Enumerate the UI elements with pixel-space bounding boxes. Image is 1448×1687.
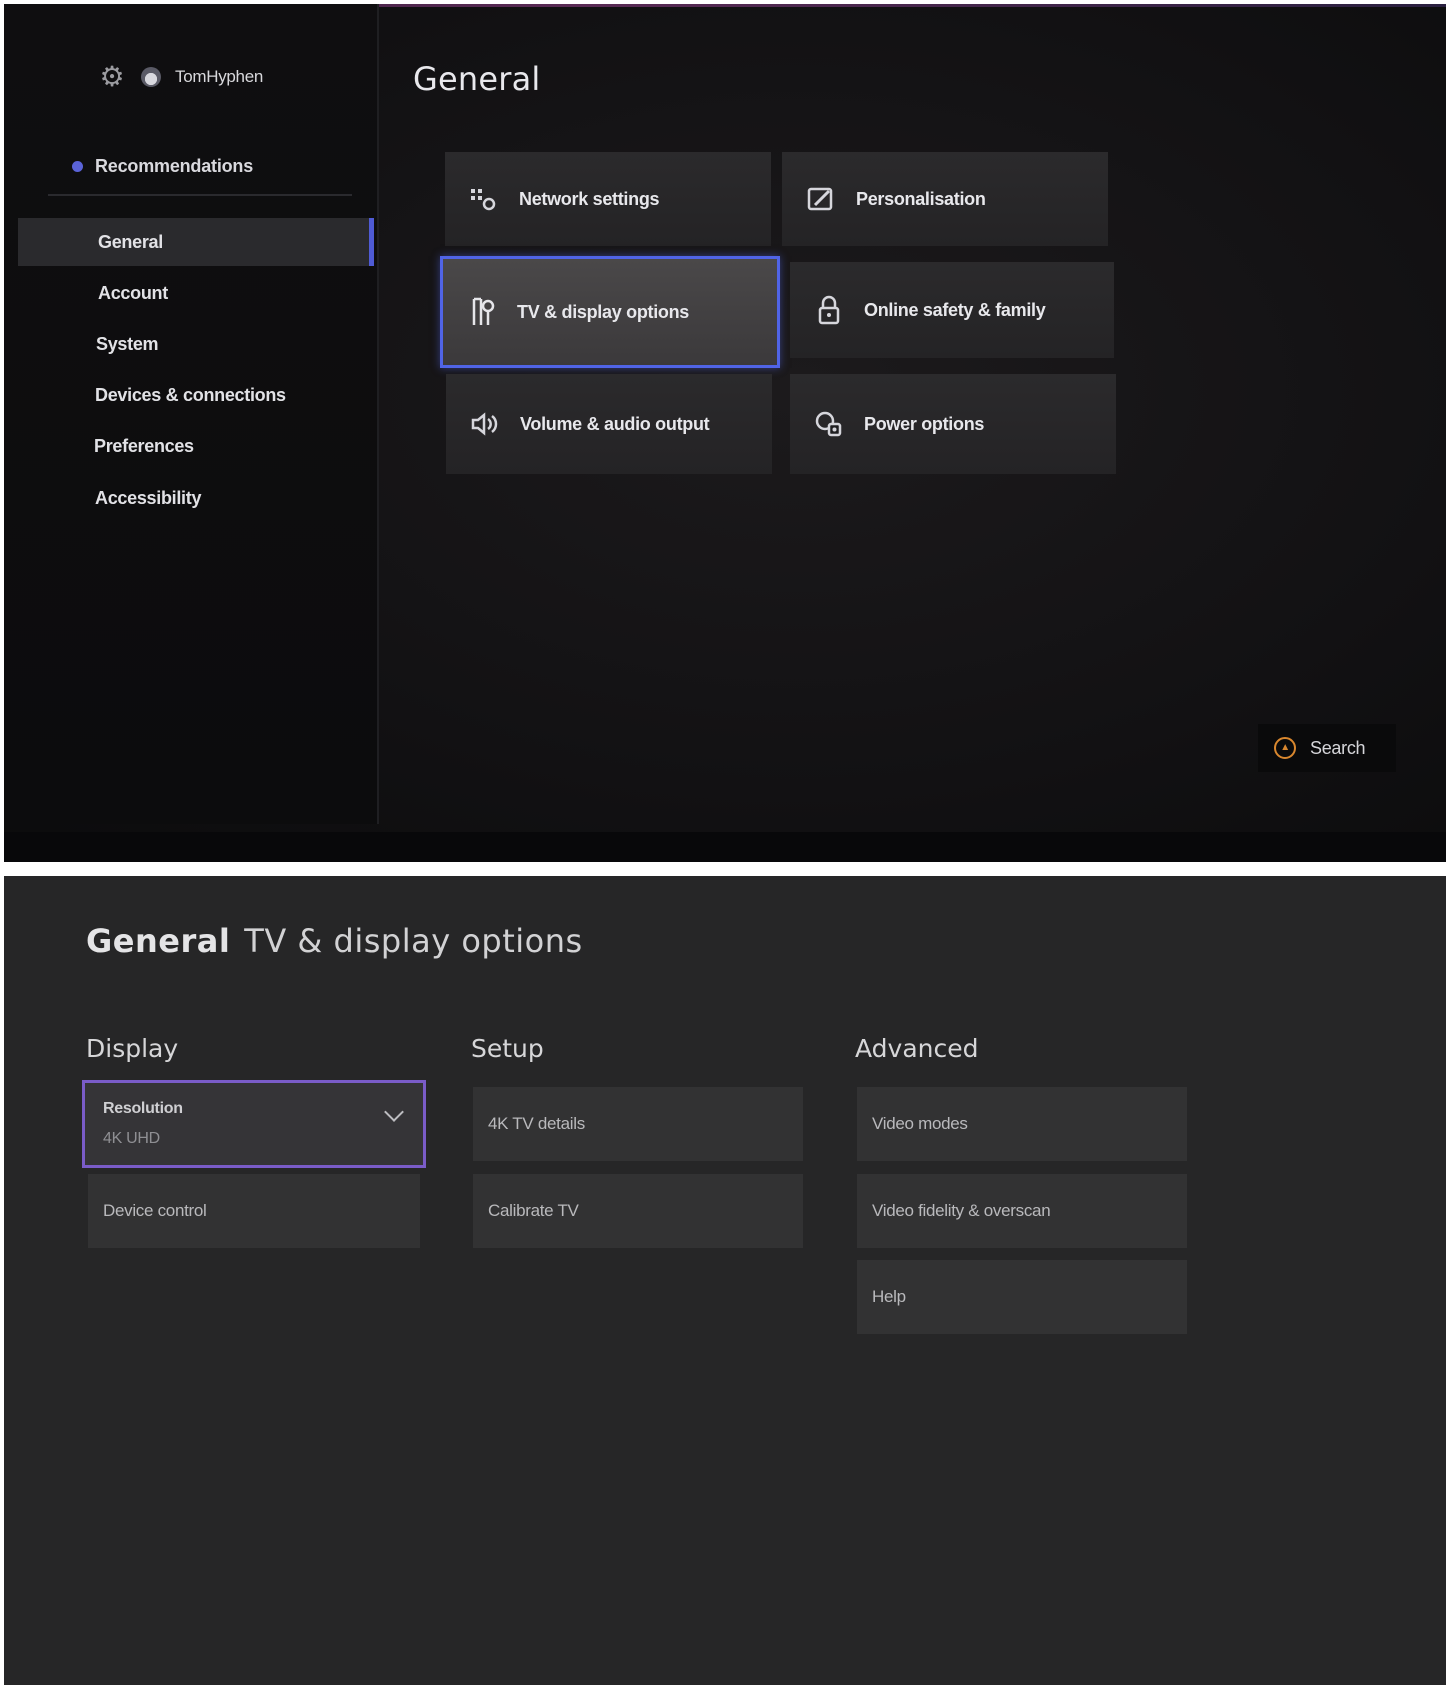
settings-sidebar: ⚙ TomHyphen Recommendations General Acco… xyxy=(4,4,379,824)
sidebar-item-preferences[interactable]: Preferences xyxy=(18,422,374,470)
sidebar-divider xyxy=(48,194,352,196)
device-control-button[interactable]: Device control xyxy=(88,1174,420,1248)
chevron-down-icon xyxy=(384,1102,404,1122)
tile-personalisation[interactable]: Personalisation xyxy=(782,152,1108,246)
tile-label: Online safety & family xyxy=(864,299,1046,320)
card-label: Video fidelity & overscan xyxy=(872,1201,1051,1220)
avatar[interactable] xyxy=(141,67,161,87)
gear-icon: ⚙ xyxy=(99,61,125,92)
card-label: Help xyxy=(872,1287,906,1306)
tile-network-settings[interactable]: Network settings xyxy=(445,152,771,246)
tile-label: Power options xyxy=(864,413,985,434)
card-label: Video modes xyxy=(872,1114,968,1133)
section-heading-display: Display xyxy=(86,1034,179,1063)
breadcrumb-parent: General xyxy=(86,922,231,960)
breadcrumb-current: TV & display options xyxy=(244,922,583,960)
section-heading-setup: Setup xyxy=(471,1034,544,1063)
search-label: Search xyxy=(1310,737,1366,758)
card-label: Calibrate TV xyxy=(488,1201,579,1220)
profile-header: ⚙ TomHyphen xyxy=(97,62,263,92)
help-button[interactable]: Help xyxy=(857,1260,1187,1334)
sidebar-item-devices-connections[interactable]: Devices & connections xyxy=(18,371,374,419)
sidebar-item-label: Accessibility xyxy=(95,487,202,508)
tile-power-options[interactable]: Power options xyxy=(790,374,1116,474)
4k-tv-details-button[interactable]: 4K TV details xyxy=(473,1087,803,1161)
resolution-select[interactable]: Resolution 4K UHD xyxy=(82,1080,426,1168)
tile-label: TV & display options xyxy=(517,301,690,322)
resolution-value: 4K UHD xyxy=(103,1130,160,1147)
notification-dot-icon xyxy=(72,161,83,172)
power-icon xyxy=(812,407,846,441)
sidebar-item-accessibility[interactable]: Accessibility xyxy=(18,474,374,522)
tile-volume-audio-output[interactable]: Volume & audio output xyxy=(446,374,772,474)
sidebar-item-general[interactable]: General xyxy=(18,218,374,266)
sidebar-item-label: General xyxy=(98,231,163,252)
network-icon xyxy=(467,182,501,216)
tile-label: Network settings xyxy=(519,188,660,209)
tile-label: Personalisation xyxy=(856,188,986,209)
card-label: 4K TV details xyxy=(488,1114,585,1133)
controller-button-icon: ▲ xyxy=(1274,737,1296,759)
card-label: Device control xyxy=(103,1201,207,1220)
sidebar-item-label: Account xyxy=(98,282,168,303)
tv-display-icon xyxy=(465,295,499,329)
tile-tv-display-options[interactable]: TV & display options xyxy=(440,256,780,368)
tile-online-safety-family[interactable]: Online safety & family xyxy=(790,262,1114,358)
resolution-label: Resolution xyxy=(103,1100,183,1117)
search-button[interactable]: ▲ Search xyxy=(1258,724,1396,772)
sidebar-item-account[interactable]: Account xyxy=(18,269,374,317)
settings-general-screen: ⚙ TomHyphen Recommendations General Acco… xyxy=(4,4,1446,862)
tile-label: Volume & audio output xyxy=(520,413,710,434)
page-title: General xyxy=(413,60,541,98)
video-modes-button[interactable]: Video modes xyxy=(857,1087,1187,1161)
speaker-icon xyxy=(468,407,502,441)
lock-icon xyxy=(812,293,846,327)
sidebar-recommendations[interactable]: Recommendations xyxy=(72,156,253,177)
calibrate-tv-button[interactable]: Calibrate TV xyxy=(473,1174,803,1248)
sidebar-item-system[interactable]: System xyxy=(18,320,374,368)
section-heading-advanced: Advanced xyxy=(855,1034,979,1063)
sidebar-item-label: System xyxy=(96,333,159,354)
recommendations-label: Recommendations xyxy=(95,156,254,176)
tv-display-options-screen: General TV & display options Display Reso… xyxy=(4,876,1446,1685)
sidebar-item-label: Devices & connections xyxy=(95,384,286,405)
video-fidelity-overscan-button[interactable]: Video fidelity & overscan xyxy=(857,1174,1187,1248)
sidebar-item-label: Preferences xyxy=(94,435,194,456)
username: TomHyphen xyxy=(175,67,264,86)
personalisation-icon xyxy=(804,182,838,216)
page-title: General TV & display options xyxy=(86,922,583,960)
